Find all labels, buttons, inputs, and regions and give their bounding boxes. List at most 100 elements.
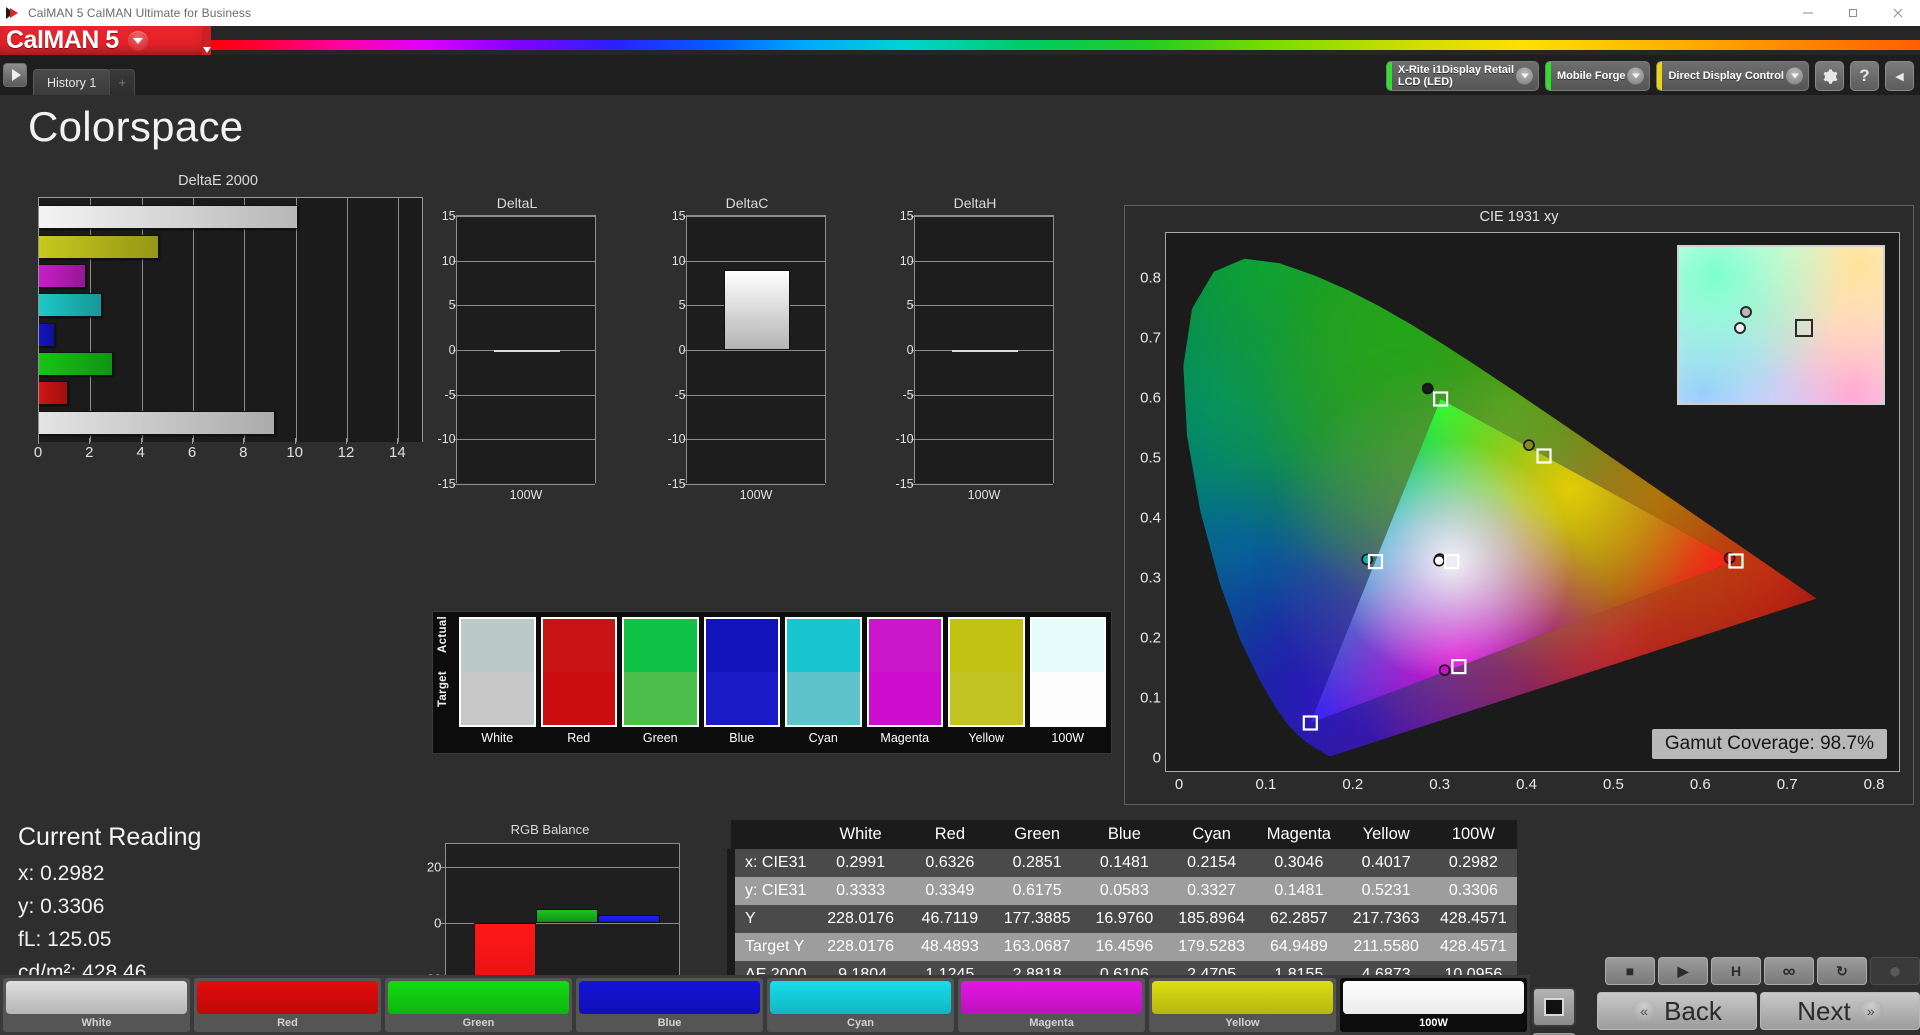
axis-tick-label: -5	[444, 387, 456, 402]
color-patch-yellow[interactable]: Yellow	[1149, 978, 1336, 1032]
patch-color	[961, 981, 1142, 1014]
patch-color	[388, 981, 569, 1014]
deltae-bar-100w	[39, 205, 299, 230]
chevron-down-icon[interactable]	[1786, 67, 1803, 85]
axis-tickmark	[441, 923, 446, 924]
color-patch-white[interactable]: White	[3, 978, 190, 1032]
refresh-button[interactable]: ↻	[1817, 957, 1867, 985]
stop-icon: ■	[1625, 963, 1635, 979]
collapse-panel-button[interactable]: ◀	[1885, 61, 1914, 91]
color-patch-bar: White Red Green Blue Cyan Magenta Yellow 100W	[0, 975, 1530, 1035]
deltae-bar-white	[39, 410, 275, 435]
measured-point-yellow	[1523, 439, 1535, 451]
patch-label: White	[81, 1017, 112, 1029]
close-icon[interactable]	[1875, 0, 1920, 26]
meter-selector[interactable]: X-Rite i1Display Retail LCD (LED)	[1385, 61, 1540, 91]
actual-swatch	[624, 619, 697, 672]
hold-button[interactable]: H	[1711, 957, 1761, 985]
source-line1: Mobile Forge	[1557, 70, 1626, 82]
table-cell: 228.0176	[827, 910, 894, 927]
table-cell: 64.9489	[1269, 938, 1328, 955]
spectrum-gradient-wrap	[202, 26, 1920, 55]
cie-y-tick: 0.2	[1140, 629, 1161, 647]
table-cell: 0.6175	[1012, 882, 1062, 899]
cie-1931-plot[interactable]: Gamut Coverage: 98.7%	[1165, 232, 1900, 772]
continuous-button[interactable]: ∞	[1764, 957, 1814, 985]
table-row-label: Y	[727, 905, 819, 933]
patch-color	[197, 981, 378, 1014]
color-patch-blue[interactable]: Blue	[576, 978, 763, 1032]
table-column-header: Magenta	[1255, 820, 1343, 849]
target-window-button[interactable]	[1532, 987, 1576, 1027]
table-cell: 16.4596	[1095, 938, 1154, 955]
gridline	[915, 305, 1053, 307]
color-patch-cyan[interactable]: Cyan	[767, 978, 954, 1032]
display-control-selector[interactable]: Direct Display Control	[1656, 61, 1809, 91]
navigation-button-row: « Back Next »	[1597, 991, 1920, 1031]
target-swatch	[461, 672, 534, 725]
axis-tick-label: 10	[899, 253, 914, 268]
color-patch-red[interactable]: Red	[194, 978, 381, 1032]
deltae-bar-yellow	[39, 234, 160, 259]
deltal-chart: DeltaL 15 10 5 0 -5 -10 -15 100W	[432, 195, 602, 505]
display-control-line1: Direct Display Control	[1668, 70, 1784, 82]
deltah-chart: DeltaH 15 10 5 0 -5 -10 -15 100W	[890, 195, 1060, 505]
swatch-name: White	[481, 731, 514, 745]
settings-button[interactable]	[1815, 61, 1844, 91]
calman-brand-button[interactable]: CalMAN 5	[0, 26, 202, 55]
swatch-column-100w	[1029, 617, 1106, 727]
chevron-down-icon[interactable]	[1516, 67, 1534, 85]
axis-tick-label: 0	[906, 343, 914, 357]
gridline	[457, 394, 595, 396]
stop-button[interactable]: ■	[1605, 957, 1655, 985]
table-cell: 179.5283	[1178, 938, 1245, 955]
record-button[interactable]: ●	[1870, 957, 1920, 985]
table-cell: 177.3885	[1003, 910, 1071, 927]
add-tab-button[interactable]: +	[109, 69, 136, 95]
color-patch-green[interactable]: Green	[385, 978, 572, 1032]
rgb-balance-bar-green	[536, 908, 598, 923]
measured-point-magenta	[1438, 664, 1451, 676]
table-cell: 0.3333	[836, 882, 886, 899]
gridline	[687, 484, 825, 485]
deltae-x-axis: 0 2 4 6 8 10 12 14	[34, 438, 423, 466]
next-button[interactable]: Next »	[1760, 992, 1920, 1030]
deltae-2000-chart: DeltaE 2000 0 2 4 6 8 10 12 14	[18, 173, 423, 483]
table-cell: 211.5580	[1353, 938, 1419, 955]
tab-history-1[interactable]: History 1	[33, 69, 111, 95]
help-button[interactable]: ?	[1850, 61, 1879, 91]
axis-tick-label: -15	[667, 477, 686, 491]
play-button[interactable]: ▶	[1658, 957, 1708, 985]
current-reading-x: x: 0.2982	[18, 862, 105, 885]
delta-bar	[494, 350, 561, 352]
source-selector[interactable]: Mobile Forge	[1545, 61, 1651, 91]
swatch-name: 100W	[1051, 731, 1085, 745]
deltae-bar-cyan	[39, 293, 103, 318]
back-button[interactable]: « Back	[1597, 992, 1757, 1030]
minimize-icon[interactable]	[1785, 0, 1830, 26]
actual-swatch	[787, 619, 860, 672]
swatch-name: Red	[567, 731, 591, 745]
cie-y-tick: 0.6	[1140, 389, 1161, 407]
table-cell: 0.2982	[1448, 854, 1498, 871]
swatch-column-yellow	[948, 617, 1025, 727]
table-cell: 428.4571	[1440, 910, 1507, 927]
cie-whitepoint-inset	[1677, 245, 1885, 405]
deltah-plot: 15 10 5 0 -5 -10 -15	[896, 209, 1054, 491]
workflow-next-icon[interactable]	[3, 63, 27, 87]
maximize-icon[interactable]	[1830, 0, 1875, 26]
axis-tick-label: 10	[671, 253, 686, 268]
table-cell: 0.2991	[836, 854, 886, 871]
patch-label: Cyan	[847, 1017, 874, 1029]
continuous-icon: ∞	[1782, 960, 1796, 981]
table-column-header: 100W	[1429, 820, 1517, 849]
actual-swatch	[868, 619, 941, 672]
patch-color	[1152, 981, 1333, 1014]
chevron-down-icon[interactable]	[1627, 67, 1645, 85]
table-cell: 0.1481	[1099, 854, 1149, 871]
chevron-down-icon[interactable]	[127, 30, 148, 51]
table-column-header: Cyan	[1168, 820, 1256, 849]
color-patch-magenta[interactable]: Magenta	[958, 978, 1145, 1032]
color-patch-100w[interactable]: 100W	[1340, 978, 1527, 1032]
back-label: Back	[1664, 995, 1722, 1026]
